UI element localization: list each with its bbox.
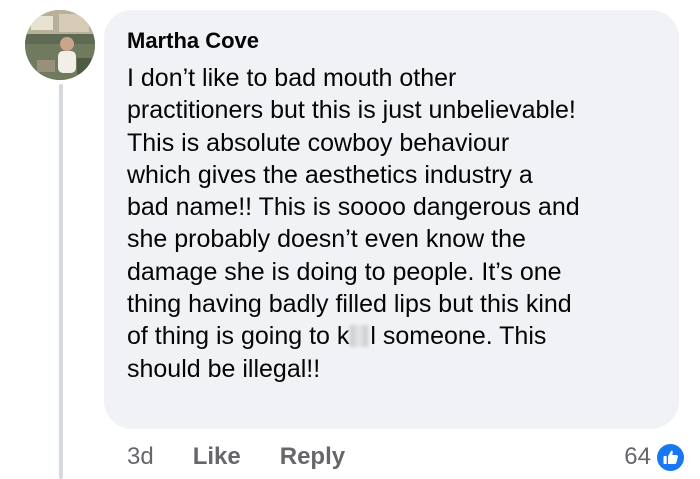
comment-text: I don’t like to bad mouth other practiti… xyxy=(127,62,659,385)
comment-line: which gives the aesthetics industry a xyxy=(127,160,533,189)
reaction-count: 64 xyxy=(624,443,651,470)
comment-line: This is absolute cowboy behaviour xyxy=(127,128,510,157)
comment-line: thing having badly filled lips but this … xyxy=(127,290,572,319)
reply-button[interactable]: Reply xyxy=(280,440,345,474)
comment-line: she probably doesn’t even know the xyxy=(127,225,526,254)
comment-thread: Martha Cove I don’t like to bad mouth ot… xyxy=(0,0,700,479)
comment-line-part: of thing is going to k xyxy=(127,322,350,351)
comment-line: should be illegal!! xyxy=(127,354,321,383)
comment-line-part: l someone. This xyxy=(370,322,547,351)
comment-author[interactable]: Martha Cove xyxy=(127,28,259,54)
like-button[interactable]: Like xyxy=(193,440,241,474)
comment-line: of thing is going to k l someone. This xyxy=(127,320,659,352)
like-icon xyxy=(657,443,684,471)
avatar[interactable] xyxy=(25,10,95,80)
thread-line xyxy=(59,84,63,479)
avatar-photo xyxy=(25,10,95,80)
comment-line: bad name!! This is soooo dangerous and xyxy=(127,193,580,222)
comment-line: practitioners but this is just unbelieva… xyxy=(127,96,576,125)
comment-line: damage she is doing to people. It’s one xyxy=(127,257,562,286)
censor-blur xyxy=(350,325,369,348)
comment-actions: 3d Like Reply xyxy=(127,440,345,474)
comment-timestamp[interactable]: 3d xyxy=(127,440,154,474)
reaction-summary[interactable]: 64 xyxy=(624,440,684,474)
comment-line: I don’t like to bad mouth other xyxy=(127,64,457,92)
comment-bubble: Martha Cove I don’t like to bad mouth ot… xyxy=(104,10,679,429)
